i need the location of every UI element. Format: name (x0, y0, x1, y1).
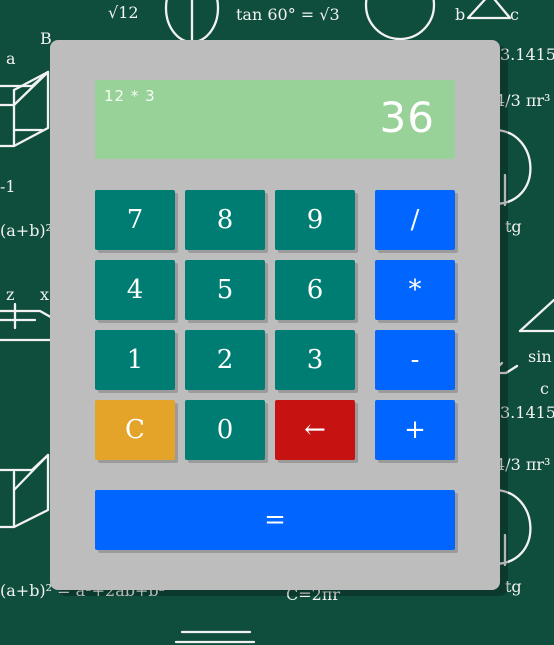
three-button[interactable]: 3 (275, 330, 355, 390)
two-button[interactable]: 2 (185, 330, 265, 390)
bg-text-fraction-bottom: 4/3 πr³ (495, 455, 550, 474)
expression-display: 12 * 3 (104, 87, 156, 105)
one-button[interactable]: 1 (95, 330, 175, 390)
divide-button[interactable]: / (375, 190, 455, 250)
calculator: 12 * 3 36 7 8 9 / 4 5 6 * 1 2 3 - C 0 ← … (50, 40, 500, 590)
bg-text-sin: sin (528, 347, 552, 366)
add-button[interactable]: + (375, 400, 455, 460)
bg-text-tg-bottom: tg (505, 577, 522, 596)
arrow-left-icon: ← (304, 415, 326, 445)
bg-text-x: x (40, 285, 49, 304)
bg-text-c: c (510, 5, 519, 24)
backspace-button[interactable]: ← (275, 400, 355, 460)
six-button[interactable]: 6 (275, 260, 355, 320)
bg-text-pi: 3.1415 (500, 45, 554, 64)
seven-button[interactable]: 7 (95, 190, 175, 250)
bg-text-b: b (455, 5, 465, 24)
result-display: 36 (379, 93, 435, 142)
five-button[interactable]: 5 (185, 260, 265, 320)
bg-text-tan: tan 60° = √3 (236, 5, 340, 24)
zero-button[interactable]: 0 (185, 400, 265, 460)
multiply-button[interactable]: * (375, 260, 455, 320)
bg-text-tg: tg (505, 217, 522, 236)
equals-button[interactable]: = (95, 490, 455, 550)
clear-button[interactable]: C (95, 400, 175, 460)
nine-button[interactable]: 9 (275, 190, 355, 250)
subtract-button[interactable]: - (375, 330, 455, 390)
eight-button[interactable]: 8 (185, 190, 265, 250)
bg-text-c-right: c (540, 379, 549, 398)
bg-text-sqrt: √12 (108, 3, 139, 22)
bg-text-pi-bottom: 3.1415 (500, 403, 554, 422)
four-button[interactable]: 4 (95, 260, 175, 320)
bg-text-minus-one: -1 (0, 177, 16, 196)
bg-text-a: a (6, 49, 16, 68)
bg-text-fraction: 4/3 πr³ (495, 91, 550, 110)
bg-text-z: z (6, 285, 14, 304)
calculator-display: 12 * 3 36 (95, 80, 455, 159)
